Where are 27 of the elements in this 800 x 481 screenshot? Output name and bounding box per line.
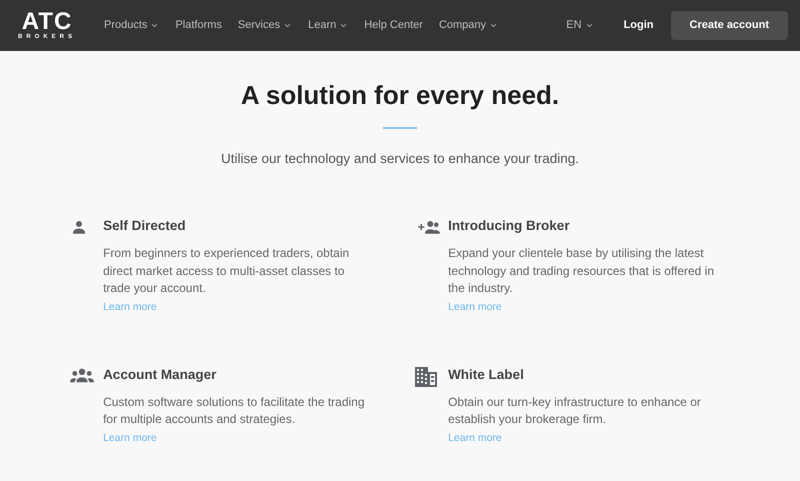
solution-title: White Label: [448, 366, 525, 384]
language-selector[interactable]: EN: [566, 17, 594, 34]
solution-title: Introducing Broker: [448, 217, 571, 236]
building-icon: [415, 366, 437, 386]
chevron-down-icon: [150, 21, 160, 30]
chevron-down-icon: [584, 21, 594, 30]
nav-link[interactable]: Company: [438, 17, 498, 34]
subtitle: Utilise our technology and services to enhance your trading.: [221, 150, 579, 168]
chevron-down-icon: [339, 21, 348, 30]
solution-title: Self Directed: [103, 217, 187, 236]
create-account-button[interactable]: Create account: [670, 11, 788, 40]
solution-title: Account Manager: [103, 366, 218, 384]
chevron-down-icon: [489, 21, 498, 30]
nav-link[interactable]: Learn: [308, 17, 348, 34]
solution-description: From beginners to experienced traders, obtain direct market access to multi-asset classes to trade your account.: [103, 245, 350, 298]
people-icon: [70, 366, 94, 382]
nav-link[interactable]: Platforms: [175, 17, 222, 34]
solution-description: Custom software solutions to facilitate the trading for multiple accounts and strategies.: [103, 394, 366, 428]
login-link[interactable]: Login: [624, 17, 654, 34]
nav-link[interactable]: Help Center: [364, 17, 423, 34]
person-icon: [70, 218, 88, 236]
chevron-down-icon: [283, 21, 292, 30]
page-heading: A solution for every need.: [240, 79, 560, 112]
nav-link[interactable]: Services: [238, 17, 292, 34]
nav-link[interactable]: Products: [104, 17, 160, 34]
solution-description: Obtain our turn-key infrastructure to enhance or establish your brokerage firm.: [448, 394, 702, 428]
solution-description: Expand your clientele base by utilising the latest technology and trading resources that is offered in the industry.: [448, 245, 716, 298]
